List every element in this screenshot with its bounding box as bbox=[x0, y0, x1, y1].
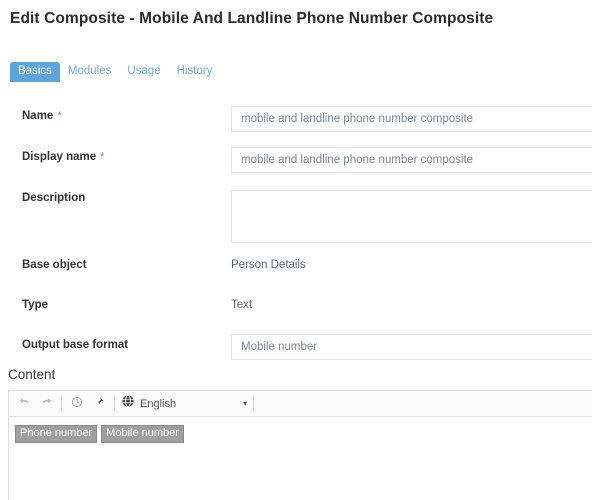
output-base-format-label: Output base format bbox=[22, 339, 129, 351]
form-row-display-name: Display name * bbox=[0, 147, 592, 187]
form-row-base-object: Base object Person Details bbox=[0, 259, 592, 299]
toolbar-separator-2 bbox=[114, 396, 115, 411]
globe-icon bbox=[121, 394, 135, 413]
content-token-mobile-number[interactable]: Mobile number bbox=[101, 425, 184, 443]
name-required-marker: * bbox=[57, 110, 62, 122]
content-token-phone-number[interactable]: Phone number bbox=[15, 425, 98, 443]
redo-button[interactable] bbox=[35, 394, 57, 414]
page-title: Edit Composite - Mobile And Landline Pho… bbox=[10, 10, 494, 27]
description-label: Description bbox=[22, 192, 86, 204]
content-panel: English ▾ Phone number Mobile number bbox=[8, 390, 592, 500]
content-editor-body[interactable]: Phone number Mobile number bbox=[9, 417, 592, 500]
name-label: Name * bbox=[22, 110, 62, 122]
clock-icon bbox=[71, 395, 83, 413]
chevron-down-icon[interactable]: ▾ bbox=[243, 399, 247, 408]
output-base-format-input[interactable] bbox=[231, 334, 592, 360]
undo-button[interactable] bbox=[13, 394, 35, 414]
form-row-description: Description bbox=[0, 190, 592, 250]
toolbar-separator-3 bbox=[253, 396, 255, 411]
name-label-text: Name bbox=[22, 110, 54, 122]
pin-button[interactable] bbox=[88, 394, 110, 414]
form-row-output-base-format: Output base format bbox=[0, 334, 592, 376]
history-button[interactable] bbox=[66, 394, 88, 414]
form-row-type: Type Text bbox=[0, 299, 592, 339]
type-label: Type bbox=[22, 299, 48, 311]
display-name-input[interactable] bbox=[231, 147, 592, 173]
tab-history[interactable]: History bbox=[169, 62, 221, 82]
display-name-label: Display name * bbox=[22, 151, 104, 163]
edit-composite-page: Edit Composite - Mobile And Landline Pho… bbox=[0, 0, 592, 500]
content-toolbar: English ▾ bbox=[9, 391, 592, 417]
pin-icon bbox=[93, 395, 105, 413]
base-object-value: Person Details bbox=[231, 259, 306, 271]
form-row-name: Name * bbox=[0, 106, 592, 146]
display-name-label-text: Display name bbox=[22, 151, 97, 163]
type-value: Text bbox=[231, 299, 253, 311]
tab-modules[interactable]: Modules bbox=[60, 62, 119, 82]
toolbar-separator-1 bbox=[61, 396, 62, 411]
tab-bar: Basics Modules Usage History bbox=[10, 62, 220, 82]
tab-basics[interactable]: Basics bbox=[10, 62, 60, 82]
tab-usage[interactable]: Usage bbox=[119, 62, 168, 82]
description-textarea[interactable] bbox=[231, 190, 592, 243]
base-object-label: Base object bbox=[22, 259, 87, 271]
language-selector[interactable]: English ▾ bbox=[119, 394, 249, 413]
display-name-required-marker: * bbox=[100, 151, 105, 163]
redo-icon bbox=[40, 395, 53, 413]
name-input[interactable] bbox=[231, 106, 592, 132]
language-label: English bbox=[140, 397, 177, 410]
undo-icon bbox=[18, 395, 31, 413]
content-section-title: Content bbox=[8, 367, 56, 382]
